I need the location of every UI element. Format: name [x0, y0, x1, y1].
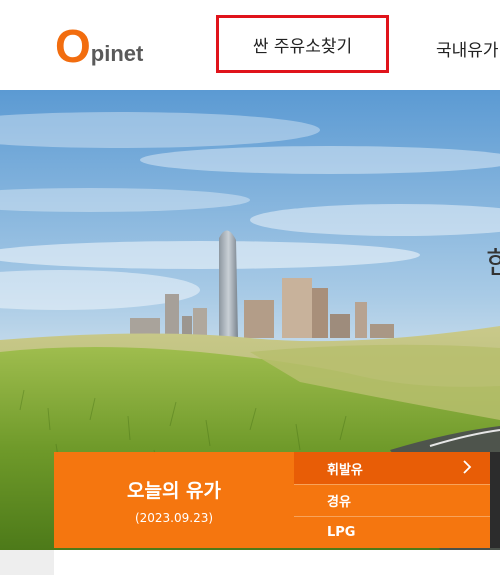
opinet-logo[interactable]: O pinet: [55, 20, 144, 72]
fuel-type-label: 경유: [327, 495, 351, 510]
fuel-type-label: LPG: [327, 525, 356, 540]
bottom-gutter: [0, 550, 54, 575]
nav-item-domestic-oil-price[interactable]: 국내유가: [436, 36, 499, 61]
chevron-right-icon: [463, 460, 472, 474]
logo-text: pinet: [90, 41, 144, 66]
fuel-type-list: 휘발유 경유 LPG: [294, 452, 490, 548]
fuel-type-lpg[interactable]: LPG: [294, 516, 490, 548]
site-header: O pinet 싼 주유소찾기 국내유가: [0, 0, 500, 90]
content-area-start: [54, 550, 500, 575]
today-price-title: 오늘의 유가: [126, 479, 221, 502]
today-price-date: (2023.09.23): [134, 510, 214, 525]
fuel-type-diesel[interactable]: 경유: [294, 484, 490, 516]
fuel-type-gasoline[interactable]: 휘발유: [294, 452, 490, 484]
fuel-type-label: 휘발유: [327, 462, 363, 478]
nav-item-cheap-station-finder[interactable]: 싼 주유소찾기: [216, 15, 389, 73]
hero-headline-text: 한: [486, 246, 500, 281]
nav-item-label: 싼 주유소찾기: [252, 36, 353, 57]
today-price-panel[interactable]: 오늘의 유가 (2023.09.23): [54, 452, 294, 548]
logo-letter-o: O: [55, 20, 91, 72]
panel-edge-divider: [490, 452, 500, 548]
